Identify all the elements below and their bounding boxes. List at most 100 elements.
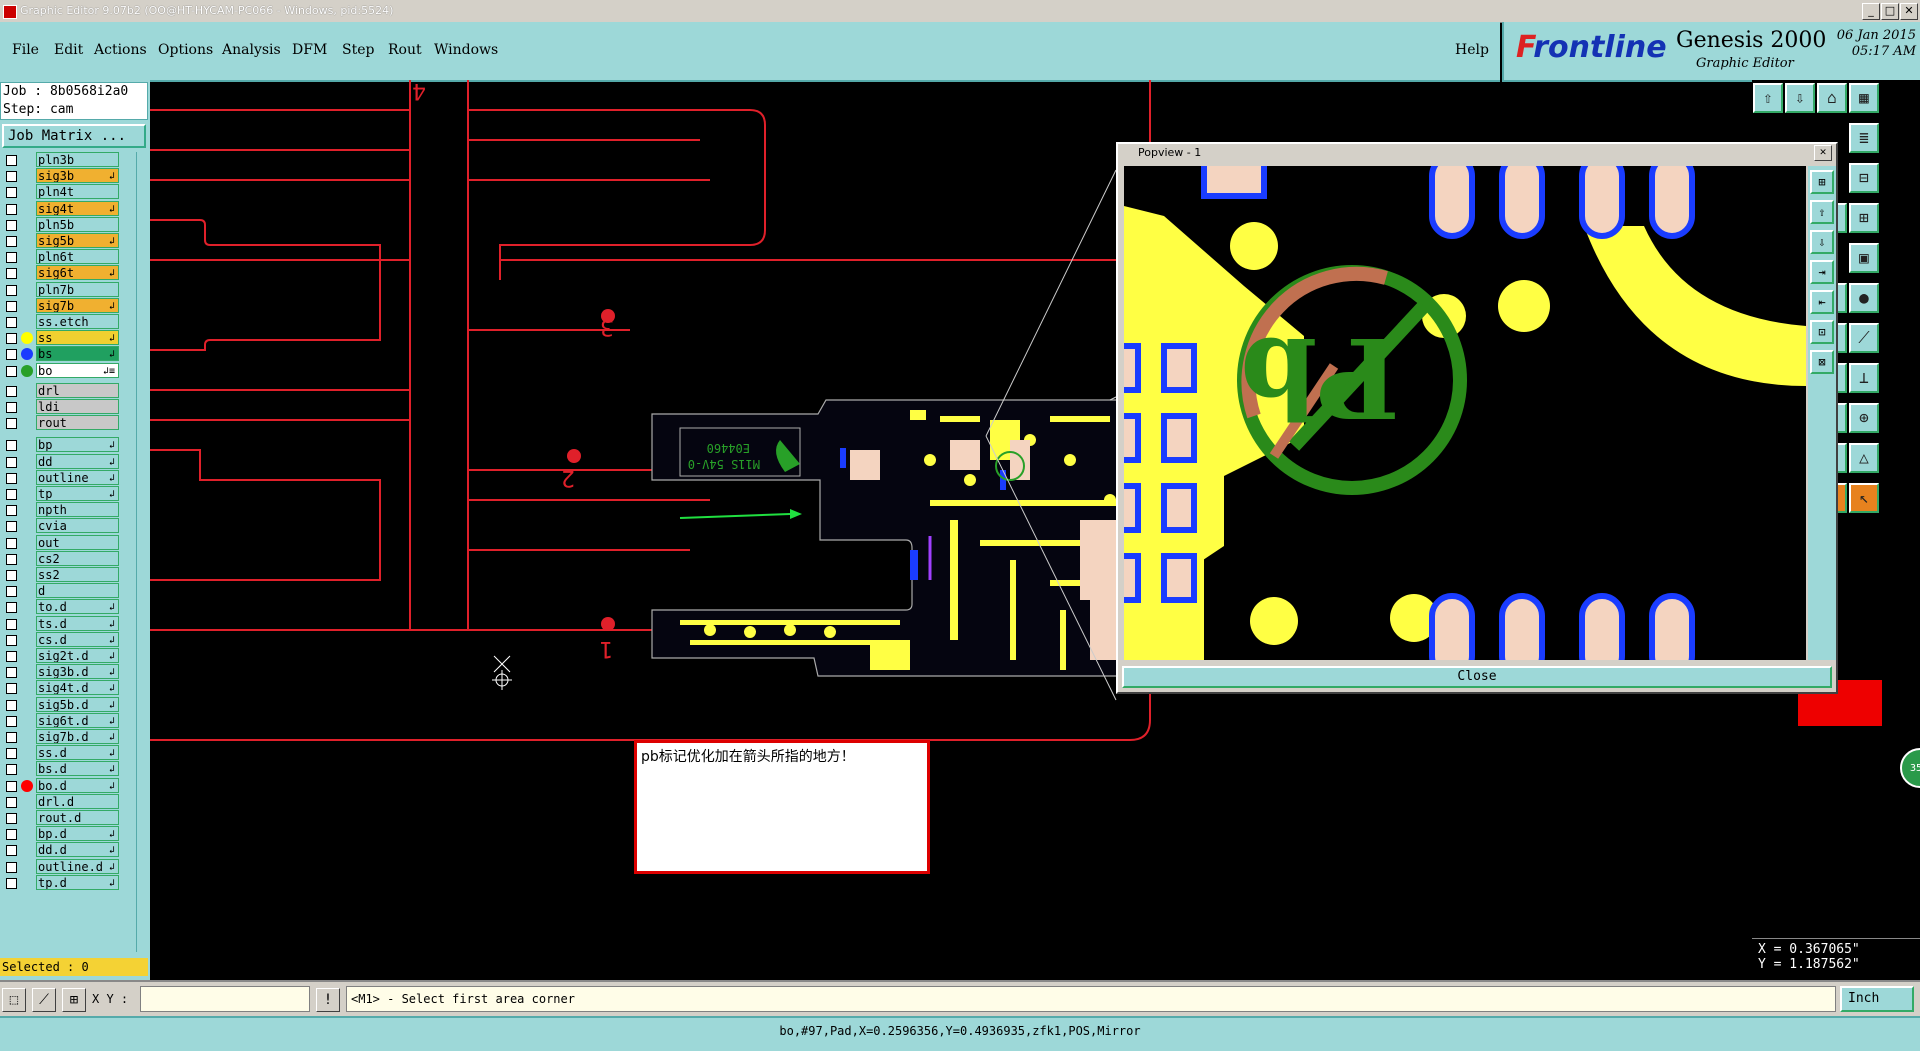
layer-row[interactable]: npth xyxy=(0,502,122,518)
layer-checkbox[interactable] xyxy=(6,521,17,533)
tool-btn-7[interactable]: ⊞ xyxy=(1849,203,1879,233)
popview-tool-6[interactable]: ⊡ xyxy=(1810,320,1834,344)
tool-btn-8[interactable]: ▣ xyxy=(1849,243,1879,273)
tool-btn-5[interactable]: ≣ xyxy=(1849,123,1879,153)
layer-name[interactable]: ss2 xyxy=(36,567,119,582)
menu-help[interactable]: Help xyxy=(1455,42,1489,58)
layer-checkbox[interactable] xyxy=(6,385,17,397)
layer-checkbox[interactable] xyxy=(6,651,17,662)
layer-checkbox[interactable] xyxy=(6,732,17,743)
xy-input[interactable] xyxy=(140,986,310,1012)
layer-name[interactable]: dd ↲ xyxy=(36,453,119,469)
layer-row[interactable]: ldi xyxy=(0,399,122,415)
layer-row[interactable]: drl xyxy=(0,382,122,399)
minimize-button[interactable]: _ xyxy=(1862,3,1880,20)
layer-checkbox[interactable] xyxy=(6,317,17,328)
layer-name[interactable]: sig5b.d ↲ xyxy=(36,696,119,712)
layer-row[interactable]: ss.etch xyxy=(0,314,122,330)
layer-row[interactable]: out xyxy=(0,534,122,551)
layer-row[interactable]: bo ↲≡ xyxy=(0,362,122,379)
layer-name[interactable]: bo.d ↲ xyxy=(36,777,119,793)
tool-btn-1[interactable]: ⇧ xyxy=(1753,83,1783,113)
popview-tool-2[interactable]: ⇪ xyxy=(1810,200,1834,224)
layer-row[interactable]: sig5b ↲ xyxy=(0,233,122,249)
layer-name[interactable]: d xyxy=(36,583,119,599)
tool-btn-14[interactable]: ↖ xyxy=(1849,483,1879,513)
layer-row[interactable]: cs.d ↲ xyxy=(0,631,122,648)
info-icon[interactable]: ! xyxy=(316,988,340,1012)
layer-name[interactable]: drl xyxy=(36,382,119,398)
tool-btn-10[interactable]: ⟋ xyxy=(1849,323,1879,353)
layer-row[interactable]: pln6t xyxy=(0,249,122,265)
layer-checkbox[interactable] xyxy=(6,219,17,231)
layer-row[interactable]: sig3b.d ↲ xyxy=(0,664,122,680)
layer-row[interactable]: ts.d ↲ xyxy=(0,615,122,632)
layer-checkbox[interactable] xyxy=(6,748,17,760)
layer-checkbox[interactable] xyxy=(6,489,17,500)
layer-row[interactable]: bs ↲ xyxy=(0,346,122,362)
popview-tool-1[interactable]: ⊞ xyxy=(1810,170,1834,194)
menu-actions[interactable]: Actions xyxy=(94,42,147,58)
layer-row[interactable]: sig4t ↲ xyxy=(0,200,122,217)
layer-name[interactable]: sig4t ↲ xyxy=(36,200,119,216)
layer-name[interactable]: sig7b.d ↲ xyxy=(36,729,119,744)
layer-checkbox[interactable] xyxy=(6,187,17,199)
layer-name[interactable]: bs.d ↲ xyxy=(36,761,119,777)
layer-name[interactable]: drl.d xyxy=(36,793,119,809)
menu-edit[interactable]: Edit xyxy=(54,42,83,58)
layer-name[interactable]: pln3b xyxy=(36,152,119,167)
layer-row[interactable]: bs.d ↲ xyxy=(0,761,122,777)
menu-rout[interactable]: Rout xyxy=(388,42,422,58)
layer-checkbox[interactable] xyxy=(6,300,17,312)
layer-checkbox[interactable] xyxy=(6,813,17,824)
layer-row[interactable]: sig6t.d ↲ xyxy=(0,712,122,729)
layer-checkbox[interactable] xyxy=(6,683,17,695)
layer-name[interactable]: pln6t xyxy=(36,249,119,265)
layer-name[interactable]: ldi xyxy=(36,399,119,414)
layer-checkbox[interactable] xyxy=(6,472,17,484)
layer-row[interactable]: pln5b xyxy=(0,216,122,233)
layer-checkbox[interactable] xyxy=(6,877,17,889)
tool-btn-2[interactable]: ⇩ xyxy=(1785,83,1815,113)
layer-checkbox[interactable] xyxy=(6,796,17,808)
layer-row[interactable]: sig6t ↲ xyxy=(0,265,122,281)
layer-name[interactable]: pln5b xyxy=(36,216,119,232)
layer-checkbox[interactable] xyxy=(6,715,17,727)
layer-name[interactable]: pln7b xyxy=(36,281,119,297)
layer-row[interactable]: sig4t.d ↲ xyxy=(0,680,122,696)
layer-name[interactable]: npth xyxy=(36,502,119,518)
layer-name[interactable]: sig5b ↲ xyxy=(36,233,119,248)
layer-row[interactable]: tp ↲ xyxy=(0,486,122,502)
layer-name[interactable]: sig6t.d ↲ xyxy=(36,712,119,728)
layer-checkbox[interactable] xyxy=(6,602,17,614)
layer-checkbox[interactable] xyxy=(6,268,17,280)
layer-checkbox[interactable] xyxy=(6,537,17,549)
layer-checkbox[interactable] xyxy=(6,861,17,873)
layer-name[interactable]: to.d ↲ xyxy=(36,599,119,615)
layer-checkbox[interactable] xyxy=(6,284,17,296)
layer-checkbox[interactable] xyxy=(6,365,17,377)
layer-name[interactable]: sig4t.d ↲ xyxy=(36,680,119,696)
popview-tool-3[interactable]: ⇩ xyxy=(1810,230,1834,254)
layer-name[interactable]: rout.d xyxy=(36,810,119,825)
layer-name[interactable]: cs.d ↲ xyxy=(36,631,119,647)
measure-tool-icon[interactable]: ⟋ xyxy=(32,988,56,1012)
layer-name[interactable]: bp.d ↲ xyxy=(36,826,119,842)
menu-dfm[interactable]: DFM xyxy=(292,42,327,58)
layer-name[interactable]: ss.etch xyxy=(36,314,119,329)
layer-checkbox[interactable] xyxy=(6,845,17,857)
layer-name[interactable]: sig3b ↲ xyxy=(36,168,119,184)
layer-row[interactable]: ss.d ↲ xyxy=(0,745,122,761)
tool-btn-13[interactable]: △ xyxy=(1849,443,1879,473)
layer-checkbox[interactable] xyxy=(6,402,17,413)
popview-tool-5[interactable]: ⇤ xyxy=(1810,290,1834,314)
layer-checkbox[interactable] xyxy=(6,553,17,565)
layer-checkbox[interactable] xyxy=(6,418,17,430)
layer-row[interactable]: rout.d xyxy=(0,810,122,826)
layer-name[interactable]: ts.d ↲ xyxy=(36,615,119,631)
layer-checkbox[interactable] xyxy=(6,252,17,264)
layer-checkbox[interactable] xyxy=(6,667,17,679)
layer-name[interactable]: cs2 xyxy=(36,550,119,566)
tool-btn-4[interactable]: ▦ xyxy=(1849,83,1879,113)
layer-row[interactable]: pln7b xyxy=(0,281,122,298)
